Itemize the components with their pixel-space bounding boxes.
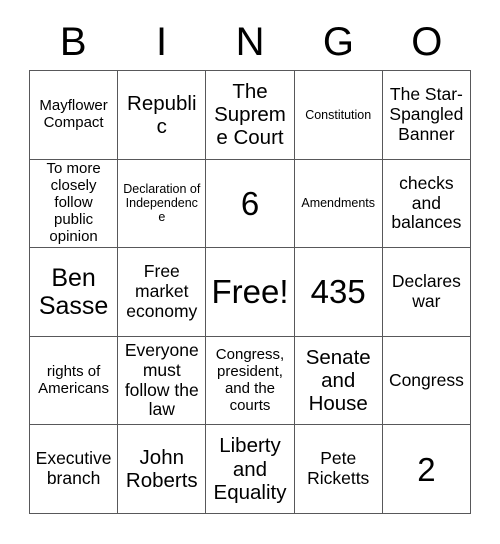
bingo-cell-o5[interactable]: 2	[382, 425, 471, 514]
bingo-cell-n4[interactable]: Congress, president, and the courts	[206, 336, 295, 426]
bingo-cell-b3[interactable]: Ben Sasse	[30, 248, 119, 337]
bingo-cell-g2[interactable]: Amendments	[294, 159, 383, 249]
bingo-cell-text: Congress, president, and the courts	[215, 345, 285, 414]
bingo-cell-n5[interactable]: Liberty and Equality	[206, 425, 295, 514]
bingo-cell-i1[interactable]: Republic	[118, 71, 207, 160]
bingo-header-letter-o: O	[411, 20, 443, 64]
bingo-cell-text: Executive branch	[35, 448, 112, 489]
bingo-cell-text: Liberty and Equality	[213, 434, 287, 504]
bingo-cell-text: The Star-Spangled Banner	[389, 84, 464, 144]
bingo-grid: Mayflower Compact Republic The Supreme C…	[29, 70, 471, 514]
bingo-cell-text: Everyone must follow the law	[124, 340, 199, 420]
bingo-cell-text: Ben Sasse	[38, 263, 109, 320]
bingo-cell-text: Amendments	[301, 196, 376, 211]
bingo-cell-b4[interactable]: rights of Americans	[30, 336, 119, 426]
bingo-header-letter-b: B	[59, 20, 87, 64]
bingo-cell-b5[interactable]: Executive branch	[30, 425, 119, 514]
bingo-cell-text: rights of Americans	[38, 362, 110, 397]
bingo-cell-g5[interactable]: Pete Ricketts	[294, 425, 383, 514]
bingo-cell-i3[interactable]: Free market economy	[118, 248, 207, 337]
bingo-cell-g3[interactable]: 435	[294, 248, 383, 337]
bingo-cell-text: checks and balances	[391, 172, 462, 233]
bingo-header-letter-i: I	[156, 20, 168, 64]
bingo-cell-i4[interactable]: Everyone must follow the law	[118, 336, 207, 426]
bingo-cell-text: 435	[310, 273, 366, 311]
bingo-cell-o4[interactable]: Congress	[382, 336, 471, 426]
bingo-cell-g4[interactable]: Senate and House	[294, 336, 383, 426]
bingo-cell-o1[interactable]: The Star-Spangled Banner	[382, 71, 471, 160]
bingo-cell-text: Declares war	[391, 271, 461, 311]
bingo-cell-i5[interactable]: John Roberts	[118, 425, 207, 514]
bingo-cell-g1[interactable]: Constitution	[294, 71, 383, 160]
bingo-cell-text: Republic	[127, 91, 197, 138]
bingo-cell-text: Senate and House	[305, 345, 371, 416]
bingo-cell-text: 6	[240, 184, 260, 222]
bingo-cell-text: John Roberts	[125, 446, 198, 493]
bingo-cell-text: 2	[417, 450, 436, 488]
bingo-cell-i2[interactable]: Declaration of Independence	[118, 159, 207, 249]
bingo-cell-text: Constitution	[305, 107, 372, 122]
bingo-cell-text: Free!	[211, 273, 289, 311]
bingo-header-letter-g: G	[322, 20, 354, 64]
bingo-cell-text: To more closely follow public opinion	[46, 160, 101, 245]
bingo-cell-n2[interactable]: 6	[206, 159, 295, 249]
bingo-header-row: B I N G O	[29, 14, 471, 70]
bingo-cell-b2[interactable]: To more closely follow public opinion	[30, 159, 119, 249]
bingo-cell-o2[interactable]: checks and balances	[382, 159, 471, 249]
bingo-card: B I N G O Mayflower Compact Republic The…	[0, 0, 500, 544]
bingo-cell-o3[interactable]: Declares war	[382, 248, 471, 337]
bingo-header-letter-n: N	[235, 20, 265, 64]
bingo-cell-text: Declaration of Independence	[123, 182, 201, 225]
bingo-cell-text: Pete Ricketts	[307, 448, 370, 489]
bingo-cell-free-space[interactable]: Free!	[206, 248, 295, 337]
bingo-cell-b1[interactable]: Mayflower Compact	[30, 71, 119, 160]
bingo-cell-text: The Supreme Court	[214, 80, 286, 150]
bingo-cell-text: Mayflower Compact	[39, 96, 108, 131]
bingo-cell-text: Congress	[388, 369, 464, 390]
bingo-cell-text: Free market economy	[126, 261, 198, 321]
bingo-cell-n1[interactable]: The Supreme Court	[206, 71, 295, 160]
